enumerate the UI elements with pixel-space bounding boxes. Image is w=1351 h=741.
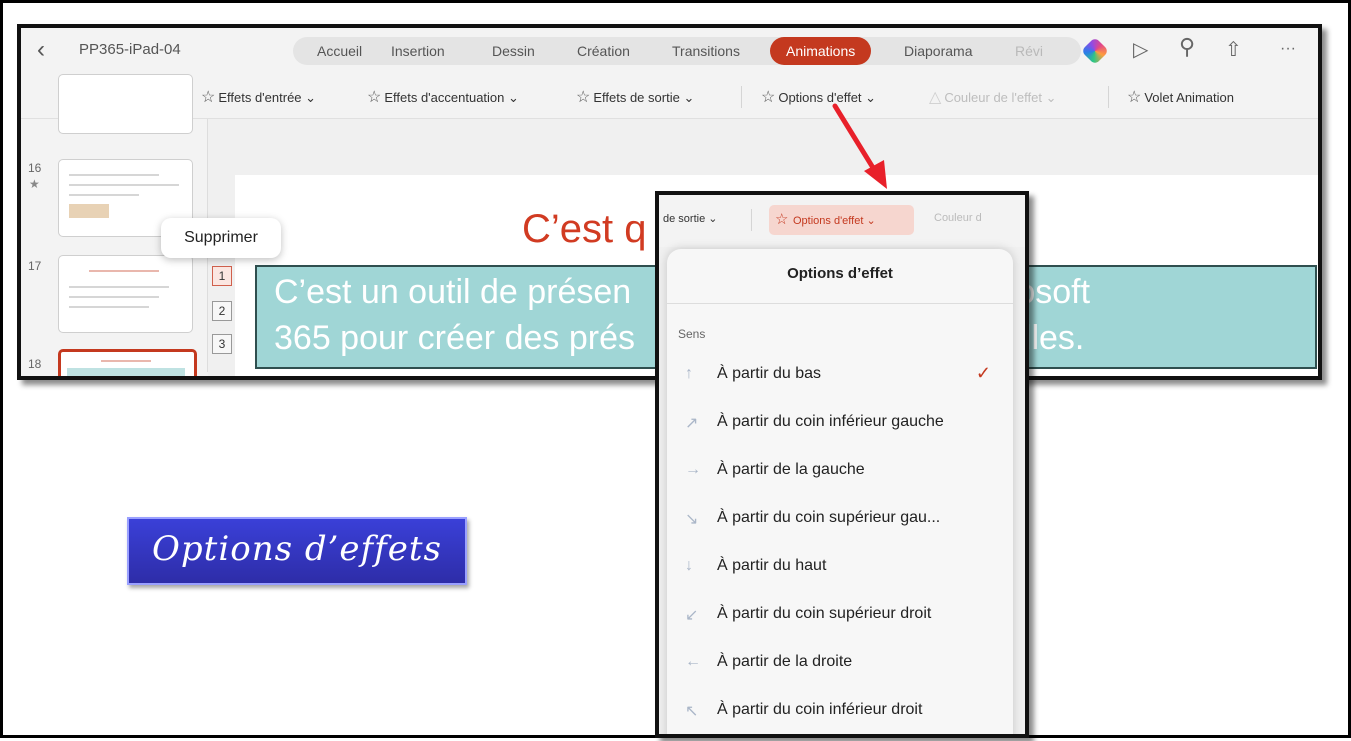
page-frame: ‹ PP365-iPad-04 Accueil Insertion Dessin… (0, 0, 1351, 738)
arrow-head (864, 160, 887, 189)
arrow-shaft (832, 103, 878, 174)
red-pointer-arrow (832, 103, 887, 189)
